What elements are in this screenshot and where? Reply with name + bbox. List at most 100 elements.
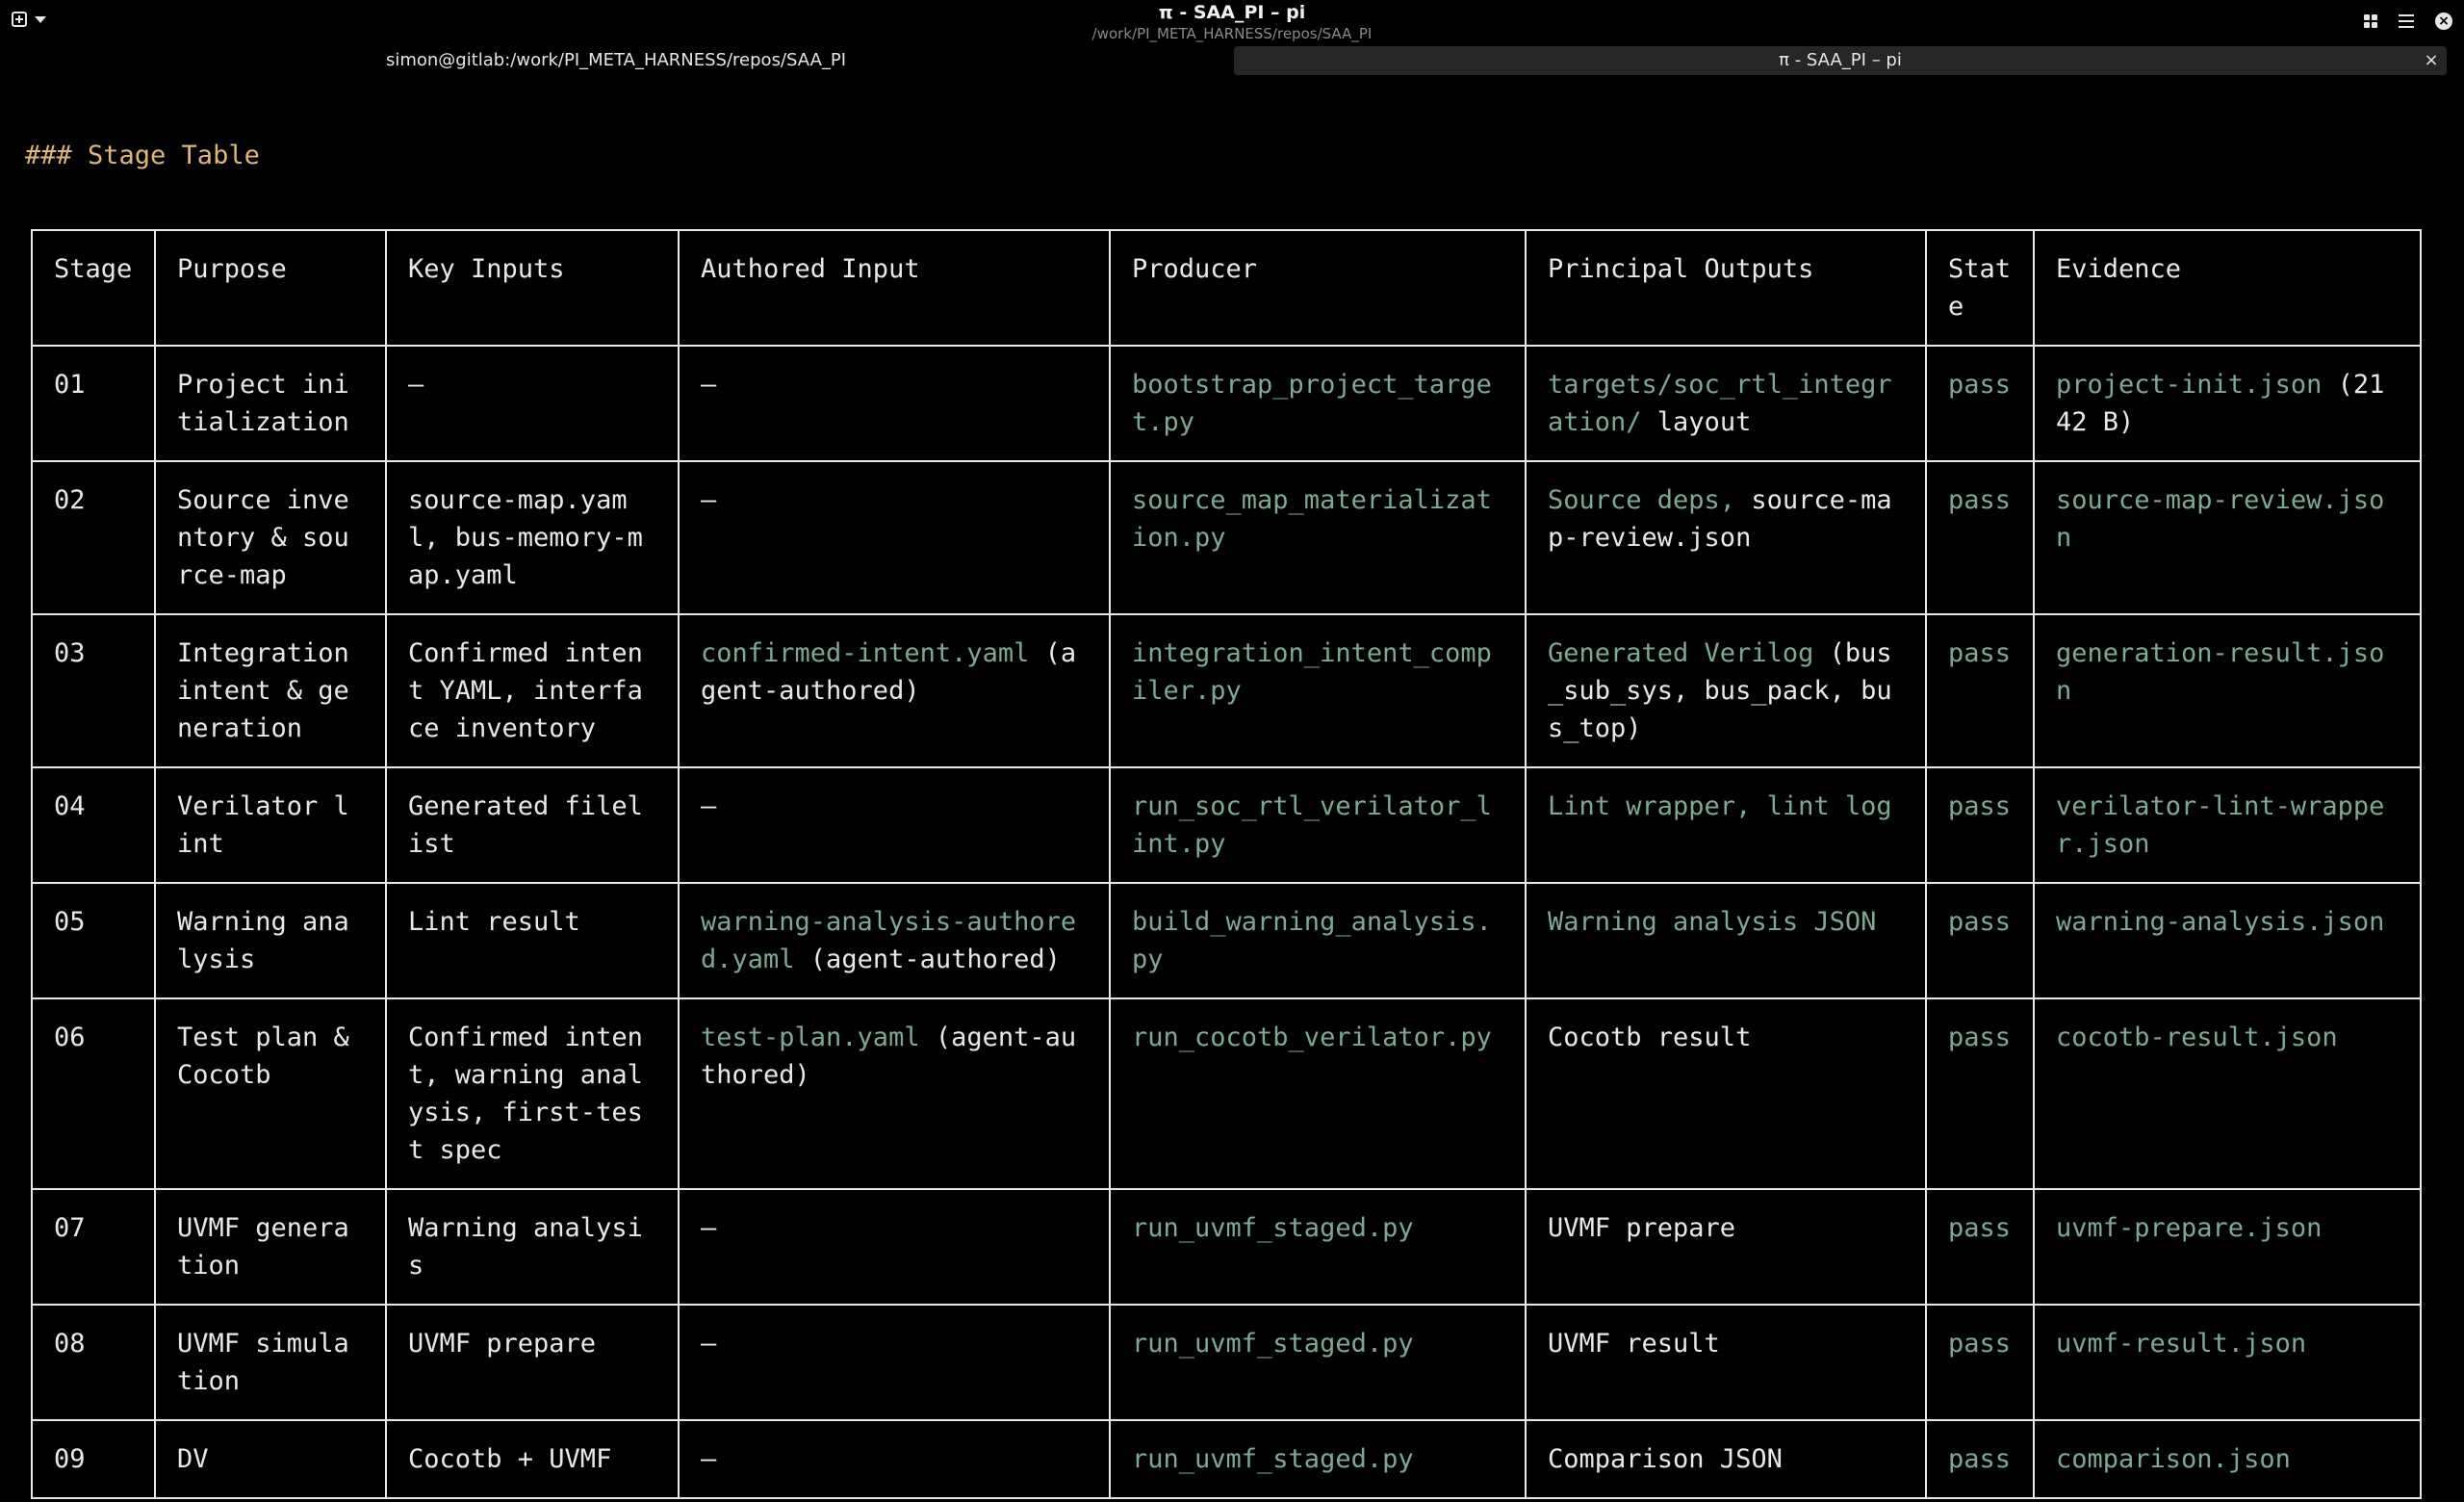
principal-outputs-text: UVMF prepare [1548, 1213, 1736, 1243]
stage-cell-cell: 05 [31, 882, 156, 999]
purpose-cell: DV [177, 1444, 209, 1474]
key-inputs-cell-cell: Confirmed intent YAML, interface invento… [385, 613, 680, 768]
producer-cell: run_uvmf_staged.py [1109, 1419, 1527, 1499]
purpose-cell-cell: Source inventory & source-map [154, 460, 387, 615]
producer-cell: integration_intent_compiler.py [1109, 613, 1527, 768]
authored-input-file: — [701, 485, 717, 515]
key-inputs-cell-cell: Cocotb + UVMF [385, 1419, 680, 1499]
purpose-cell-cell: UVMF generation [154, 1188, 387, 1306]
purpose-cell: UVMF generation [177, 1213, 349, 1281]
evidence-file: source-map-review.json [2056, 485, 2385, 553]
state-cell: pass [1925, 460, 2035, 615]
authored-input-file: — [701, 370, 717, 400]
column-header-evidence: Evidence [2033, 229, 2422, 347]
principal-outputs-cell: targets/soc_rtl_integration/ layout [1525, 345, 1927, 462]
column-header-state: State [1925, 229, 2035, 347]
producer-file: run_soc_rtl_verilator_lint.py [1132, 791, 1492, 859]
state-badge: pass [1948, 1444, 2012, 1474]
state-badge: pass [1948, 791, 2012, 821]
authored-input-cell: test-plan.yaml (agent-authored) [678, 997, 1111, 1190]
stage-cell-cell: 03 [31, 613, 156, 768]
authored-input-cell: — [678, 1304, 1111, 1421]
key-inputs-cell: Confirmed intent YAML, interface invento… [408, 638, 643, 743]
authored-input-cell: warning-analysis-authored.yaml (agent-au… [678, 882, 1111, 999]
table-row: 03 Integration intent & generation Confirm… [31, 613, 2422, 768]
key-inputs-cell: Cocotb + UVMF [408, 1444, 612, 1474]
table-row: 02 Source inventory & source-map source-ma… [31, 460, 2422, 615]
purpose-cell-cell: UVMF simulation [154, 1304, 387, 1421]
state-cell: pass [1925, 1188, 2035, 1306]
stage-cell-cell: 07 [31, 1188, 156, 1306]
key-inputs-cell-cell: Warning analysis [385, 1188, 680, 1306]
stage-cell: 01 [54, 370, 86, 400]
evidence-cell: cocotb-result.json [2033, 997, 2422, 1190]
evidence-cell: uvmf-prepare.json [2033, 1188, 2422, 1306]
principal-outputs-text: layout [1641, 407, 1752, 437]
evidence-file: verilator-lint-wrapper.json [2056, 791, 2385, 859]
stage-cell: 06 [54, 1023, 86, 1052]
state-badge: pass [1948, 1213, 2012, 1243]
principal-outputs-cell: Source deps, source-map-review.json [1525, 460, 1927, 615]
state-cell: pass [1925, 345, 2035, 462]
tab-pi-label: π - SAA_PI – pi [1779, 50, 1902, 70]
column-header-principal-outputs: Principal Outputs [1525, 229, 1927, 347]
producer-cell: bootstrap_project_target.py [1109, 345, 1527, 462]
authored-input-cell: — [678, 345, 1111, 462]
purpose-cell-cell: Verilator lint [154, 766, 387, 884]
producer-file: run_cocotb_verilator.py [1132, 1023, 1492, 1052]
principal-outputs-cell: Lint wrapper, lint log [1525, 766, 1927, 884]
key-inputs-cell: Confirmed intent, warning analysis, firs… [408, 1023, 643, 1165]
key-inputs-cell: source-map.yaml, bus-memory-map.yaml [408, 485, 643, 590]
stage-cell: 04 [54, 791, 86, 821]
authored-input-cell: confirmed-intent.yaml (agent-authored) [678, 613, 1111, 768]
table-row: 05 Warning analysis Lint result warning-ana… [31, 882, 2422, 999]
purpose-cell: Test plan & Cocotb [177, 1023, 349, 1090]
tab-shell[interactable]: simon@gitlab:/work/PI_META_HARNESS/repos… [0, 46, 1232, 75]
purpose-cell: Integration intent & generation [177, 638, 349, 743]
purpose-cell: Source inventory & source-map [177, 485, 349, 590]
authored-input-file: — [701, 1444, 717, 1474]
column-header-stage: Stage [31, 229, 156, 347]
window-title: π - SAA_PI – pi [1158, 2, 1306, 23]
key-inputs-cell: — [408, 370, 424, 400]
producer-cell: build_warning_analysis.py [1109, 882, 1527, 999]
state-badge: pass [1948, 1329, 2012, 1359]
state-badge: pass [1948, 1023, 2012, 1052]
evidence-file: cocotb-result.json [2056, 1023, 2338, 1052]
hamburger-menu-icon[interactable] [2399, 14, 2414, 28]
key-inputs-cell-cell: Confirmed intent, warning analysis, firs… [385, 997, 680, 1190]
stage-cell-cell: 01 [31, 345, 156, 462]
principal-outputs-text: Comparison JSON [1548, 1444, 1783, 1474]
window-close-icon[interactable]: × [2435, 13, 2452, 30]
evidence-cell: source-map-review.json [2033, 460, 2422, 615]
producer-file: run_uvmf_staged.py [1132, 1444, 1414, 1474]
tab-pi[interactable]: π - SAA_PI – pi × [1234, 46, 2447, 75]
layout-grid-icon[interactable] [2364, 14, 2377, 28]
purpose-cell-cell: Test plan & Cocotb [154, 997, 387, 1190]
section-heading: ### Stage Table [25, 141, 260, 170]
purpose-cell-cell: Warning analysis [154, 882, 387, 999]
purpose-cell: Project initialization [177, 370, 349, 437]
authored-input-note: (agent-authored) [794, 945, 1061, 974]
principal-outputs-file: Source deps, [1548, 485, 1736, 515]
stage-cell: 02 [54, 485, 86, 515]
producer-cell: source_map_materialization.py [1109, 460, 1527, 615]
stage-cell-cell: 09 [31, 1419, 156, 1499]
principal-outputs-file: Generated Verilog [1548, 638, 1814, 668]
title-bar: π - SAA_PI – pi /work/PI_META_HARNESS/re… [0, 0, 2464, 44]
key-inputs-cell-cell: UVMF prepare [385, 1304, 680, 1421]
purpose-cell-cell: Integration intent & generation [154, 613, 387, 768]
evidence-file: project-init.json [2056, 370, 2323, 400]
tab-close-icon[interactable]: × [2422, 46, 2441, 75]
key-inputs-cell: Warning analysis [408, 1213, 643, 1281]
table-row: 04 Verilator lint Generated filelist — run_s… [31, 766, 2422, 884]
window-subtitle: /work/PI_META_HARNESS/repos/SAA_PI [1091, 25, 1373, 42]
state-cell: pass [1925, 766, 2035, 884]
evidence-file: uvmf-result.json [2056, 1329, 2307, 1359]
principal-outputs-cell: Comparison JSON [1525, 1419, 1927, 1499]
authored-input-cell: — [678, 1419, 1111, 1499]
evidence-cell: uvmf-result.json [2033, 1304, 2422, 1421]
producer-file: run_uvmf_staged.py [1132, 1213, 1414, 1243]
tab-bar: simon@gitlab:/work/PI_META_HARNESS/repos… [0, 44, 2464, 77]
stage-cell: 03 [54, 638, 86, 668]
